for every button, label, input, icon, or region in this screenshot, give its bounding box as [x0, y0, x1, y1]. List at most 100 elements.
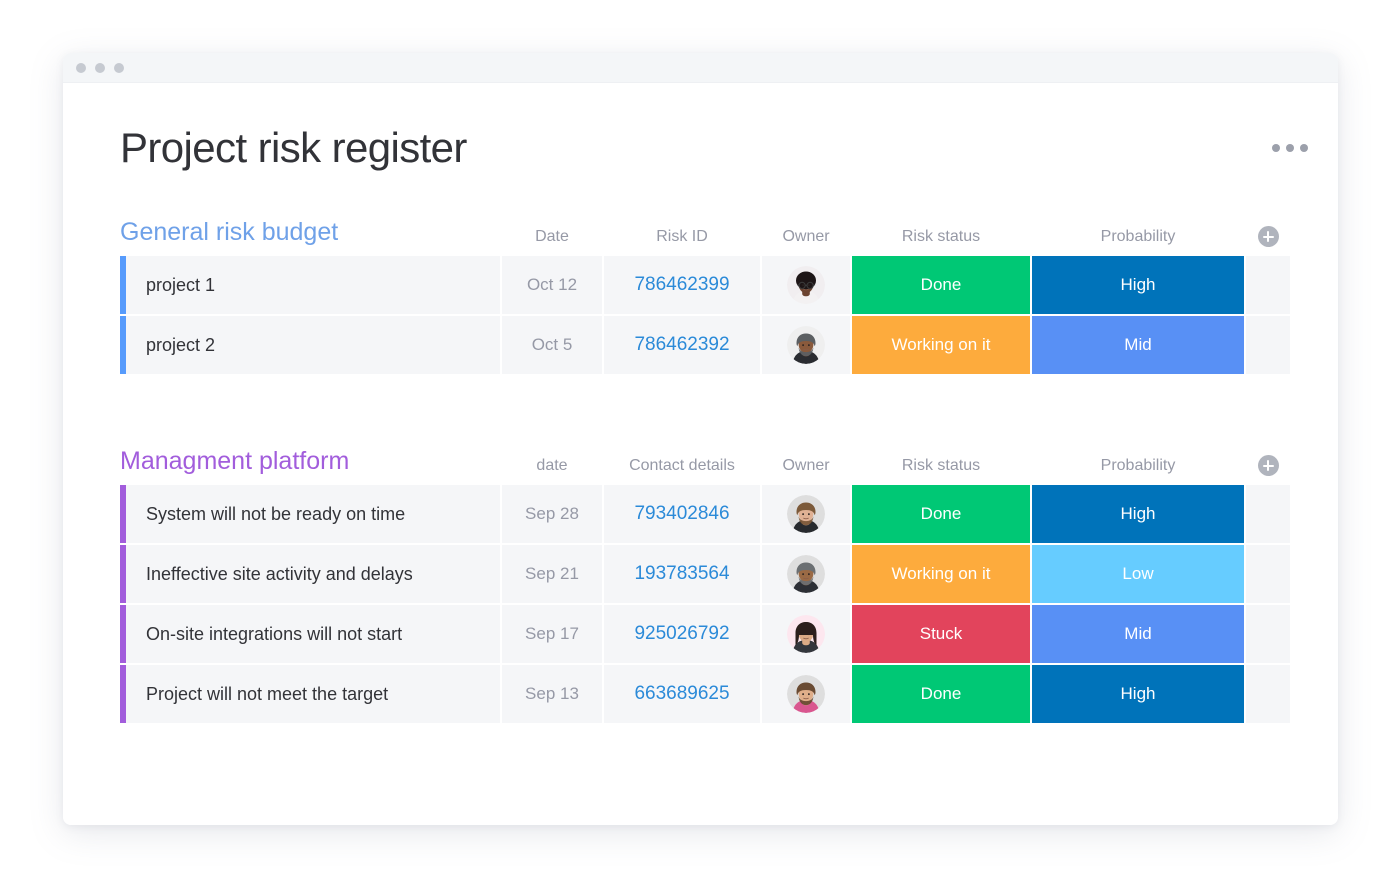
probability-badge[interactable]: High [1032, 485, 1244, 543]
column-header[interactable]: Owner [762, 229, 850, 247]
browser-window: Project risk register General risk budge… [63, 53, 1338, 825]
owner-cell[interactable] [762, 545, 850, 603]
row-color-bar [120, 665, 126, 723]
date-cell[interactable]: Sep 21 [502, 545, 602, 603]
row-name-label: Project will not meet the target [146, 684, 388, 705]
boards-container: General risk budget Date Risk ID Owner Risk … [63, 213, 1338, 723]
owner-cell[interactable] [762, 665, 850, 723]
risk-id-cell[interactable]: 193783564 [604, 545, 760, 603]
risk-id-cell[interactable]: 925026792 [604, 605, 760, 663]
date-cell[interactable]: Sep 13 [502, 665, 602, 723]
row-name-cell[interactable]: project 2 [120, 316, 500, 374]
column-header-label: Probability [1101, 229, 1176, 245]
kebab-dot [1300, 144, 1308, 152]
column-header[interactable]: Risk status [852, 229, 1030, 247]
column-header-label: Risk status [902, 458, 980, 474]
row-tail-cell [1246, 665, 1290, 723]
group-title[interactable]: General risk budget [120, 220, 338, 245]
risk-id-cell[interactable]: 793402846 [604, 485, 760, 543]
table-row[interactable]: project 1 Oct 12786462399 DoneHigh [120, 256, 1318, 314]
probability-badge[interactable]: Low [1032, 545, 1244, 603]
status-badge[interactable]: Stuck [852, 605, 1030, 663]
column-header-label: Probability [1101, 458, 1176, 474]
row-name-cell[interactable]: System will not be ready on time [120, 485, 500, 543]
risk-id-cell[interactable]: 786462399 [604, 256, 760, 314]
probability-badge[interactable]: High [1032, 256, 1244, 314]
table-row[interactable]: Ineffective site activity and delays Sep … [120, 545, 1318, 603]
date-cell[interactable]: Oct 5 [502, 316, 602, 374]
column-header-label: Owner [782, 458, 829, 474]
avatar [787, 326, 825, 364]
status-badge[interactable]: Done [852, 256, 1030, 314]
minimize-dot[interactable] [95, 63, 105, 73]
row-name-cell[interactable]: Project will not meet the target [120, 665, 500, 723]
avatar [787, 675, 825, 713]
row-name-label: project 1 [146, 275, 215, 296]
row-color-bar [120, 485, 126, 543]
table-row[interactable]: Project will not meet the target Sep 1366… [120, 665, 1318, 723]
column-header-label: Risk status [902, 229, 980, 245]
row-color-bar [120, 545, 126, 603]
column-header[interactable]: Date [502, 229, 602, 247]
status-badge[interactable]: Done [852, 665, 1030, 723]
row-name-label: Ineffective site activity and delays [146, 564, 413, 585]
owner-cell[interactable] [762, 256, 850, 314]
maximize-dot[interactable] [114, 63, 124, 73]
column-header[interactable]: Owner [762, 458, 850, 476]
column-header-label: Owner [782, 229, 829, 245]
plus-circle-icon[interactable] [1258, 455, 1279, 476]
close-dot[interactable] [76, 63, 86, 73]
row-color-bar [120, 316, 126, 374]
column-header[interactable]: Risk status [852, 458, 1030, 476]
date-cell[interactable]: Sep 28 [502, 485, 602, 543]
owner-cell[interactable] [762, 316, 850, 374]
column-header-label: Risk ID [656, 229, 708, 245]
risk-id-cell[interactable]: 786462392 [604, 316, 760, 374]
status-badge[interactable]: Working on it [852, 316, 1030, 374]
board-header-row: Managment platform date Contact details Own… [120, 442, 1318, 476]
column-header[interactable]: Contact details [604, 458, 760, 476]
window-titlebar [63, 53, 1338, 83]
add-column-cell [1246, 455, 1290, 476]
row-name-label: On-site integrations will not start [146, 624, 402, 645]
add-column-cell [1246, 226, 1290, 247]
owner-cell[interactable] [762, 605, 850, 663]
row-name-cell[interactable]: project 1 [120, 256, 500, 314]
status-badge[interactable]: Working on it [852, 545, 1030, 603]
row-name-label: project 2 [146, 335, 215, 356]
board-header-row: General risk budget Date Risk ID Owner Risk … [120, 213, 1318, 247]
row-tail-cell [1246, 316, 1290, 374]
probability-badge[interactable]: Mid [1032, 605, 1244, 663]
probability-badge[interactable]: Mid [1032, 316, 1244, 374]
page-title: Project risk register [120, 125, 467, 171]
row-name-cell[interactable]: On-site integrations will not start [120, 605, 500, 663]
table-row[interactable]: On-site integrations will not start Sep 1… [120, 605, 1318, 663]
row-name-cell[interactable]: Ineffective site activity and delays [120, 545, 500, 603]
column-header[interactable]: Probability [1032, 458, 1244, 476]
group-title-cell: General risk budget [120, 220, 500, 247]
risk-id-cell[interactable]: 663689625 [604, 665, 760, 723]
kebab-menu-icon[interactable] [1262, 136, 1318, 160]
column-header-label: Contact details [629, 458, 735, 474]
group-title[interactable]: Managment platform [120, 449, 349, 474]
column-header[interactable]: date [502, 458, 602, 476]
status-badge[interactable]: Done [852, 485, 1030, 543]
row-color-bar [120, 605, 126, 663]
row-tail-cell [1246, 485, 1290, 543]
page-content: Project risk register General risk budge… [63, 83, 1338, 825]
avatar [787, 615, 825, 653]
board-group: Managment platform date Contact details Own… [63, 442, 1338, 723]
date-cell[interactable]: Sep 17 [502, 605, 602, 663]
column-header[interactable]: Risk ID [604, 229, 760, 247]
owner-cell[interactable] [762, 485, 850, 543]
row-color-bar [120, 256, 126, 314]
row-tail-cell [1246, 256, 1290, 314]
table-row[interactable]: project 2 Oct 5786462392 Working on itMid [120, 316, 1318, 374]
plus-circle-icon[interactable] [1258, 226, 1279, 247]
avatar [787, 266, 825, 304]
avatar [787, 495, 825, 533]
column-header[interactable]: Probability [1032, 229, 1244, 247]
date-cell[interactable]: Oct 12 [502, 256, 602, 314]
table-row[interactable]: System will not be ready on timeSep 2879… [120, 485, 1318, 543]
probability-badge[interactable]: High [1032, 665, 1244, 723]
